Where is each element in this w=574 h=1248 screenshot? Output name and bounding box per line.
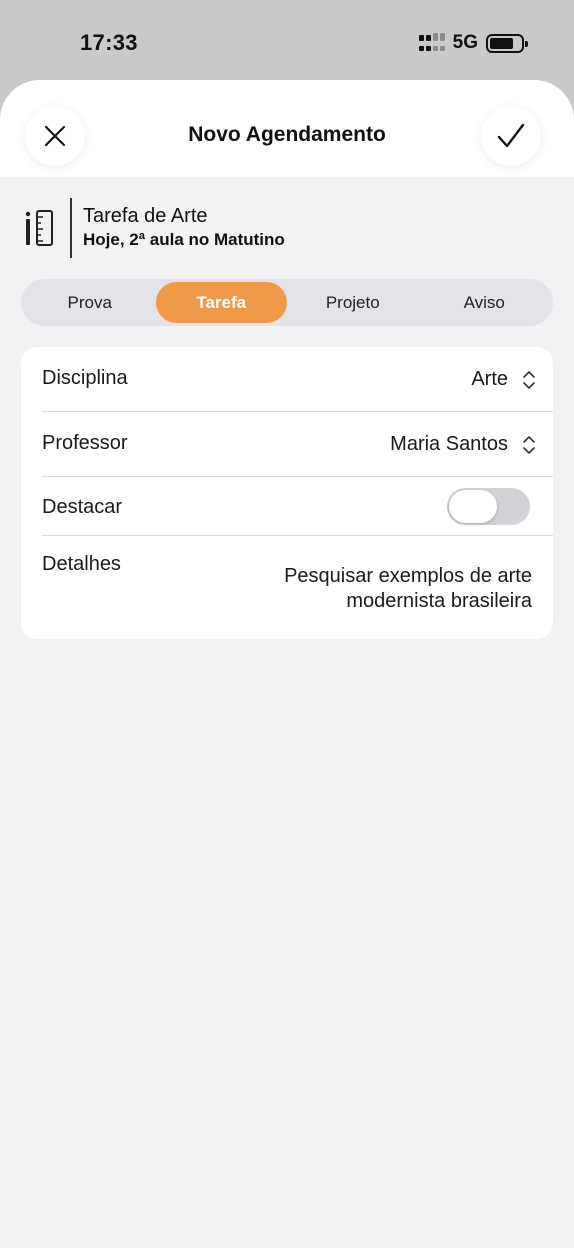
battery-icon — [486, 33, 528, 53]
teacher-row[interactable]: Professor Maria Santos — [42, 432, 553, 456]
highlight-toggle[interactable] — [447, 488, 530, 525]
teacher-value: Maria Santos — [390, 433, 508, 455]
signal-icon — [418, 33, 445, 53]
sheet-header: Novo Agendamento — [0, 80, 574, 177]
chevron-up-down-icon — [523, 370, 535, 389]
details-row[interactable]: Detalhes Pesquisar exemplos de arte mode… — [42, 553, 553, 613]
discipline-value: Arte — [471, 368, 508, 390]
confirm-button[interactable] — [481, 106, 541, 166]
segment-label: Tarefa — [196, 292, 247, 312]
segment-tarefa[interactable]: Tarefa — [155, 282, 287, 323]
segment-aviso[interactable]: Aviso — [419, 282, 551, 323]
type-segmented-control: Prova Tarefa Projeto Aviso — [21, 279, 553, 326]
highlight-label: Destacar — [42, 496, 123, 518]
checkmark-icon — [497, 123, 525, 148]
network-type: 5G — [452, 32, 478, 53]
teacher-label: Professor — [42, 432, 128, 454]
task-schedule: Hoje, 2ª aula no Matutino — [83, 230, 285, 249]
task-title: Tarefa de Arte — [83, 205, 208, 227]
details-label: Detalhes — [42, 553, 121, 575]
row-divider — [42, 476, 553, 477]
pencil-ruler-icon — [24, 208, 58, 248]
status-indicators: 5G — [418, 32, 528, 54]
toggle-knob — [449, 490, 497, 523]
status-bar: 17:33 5G — [0, 0, 574, 82]
highlight-row: Destacar — [42, 488, 553, 525]
segment-label: Projeto — [325, 292, 380, 312]
new-schedule-sheet: Novo Agendamento Tarefa de Arte Hoje, 2ª… — [0, 80, 574, 1248]
summary-text: Tarefa de Arte Hoje, 2ª aula no Matutino — [83, 204, 285, 252]
summary-divider — [70, 198, 72, 258]
chevron-up-down-icon — [523, 435, 535, 454]
discipline-picker[interactable]: Arte — [471, 368, 536, 391]
row-divider — [42, 411, 553, 412]
segment-label: Aviso — [463, 292, 505, 312]
segment-label: Prova — [67, 292, 112, 312]
teacher-picker[interactable]: Maria Santos — [390, 433, 536, 456]
details-value[interactable]: Pesquisar exemplos de arte modernista br… — [242, 564, 532, 614]
segment-prova[interactable]: Prova — [24, 282, 156, 323]
segment-projeto[interactable]: Projeto — [287, 282, 419, 323]
discipline-label: Disciplina — [42, 367, 128, 389]
row-divider — [42, 535, 553, 536]
discipline-row[interactable]: Disciplina Arte — [42, 367, 553, 391]
status-time: 17:33 — [80, 30, 138, 55]
schedule-form: Disciplina Arte Professor Maria Santos D… — [21, 347, 553, 639]
task-summary: Tarefa de Arte Hoje, 2ª aula no Matutino — [24, 198, 285, 258]
